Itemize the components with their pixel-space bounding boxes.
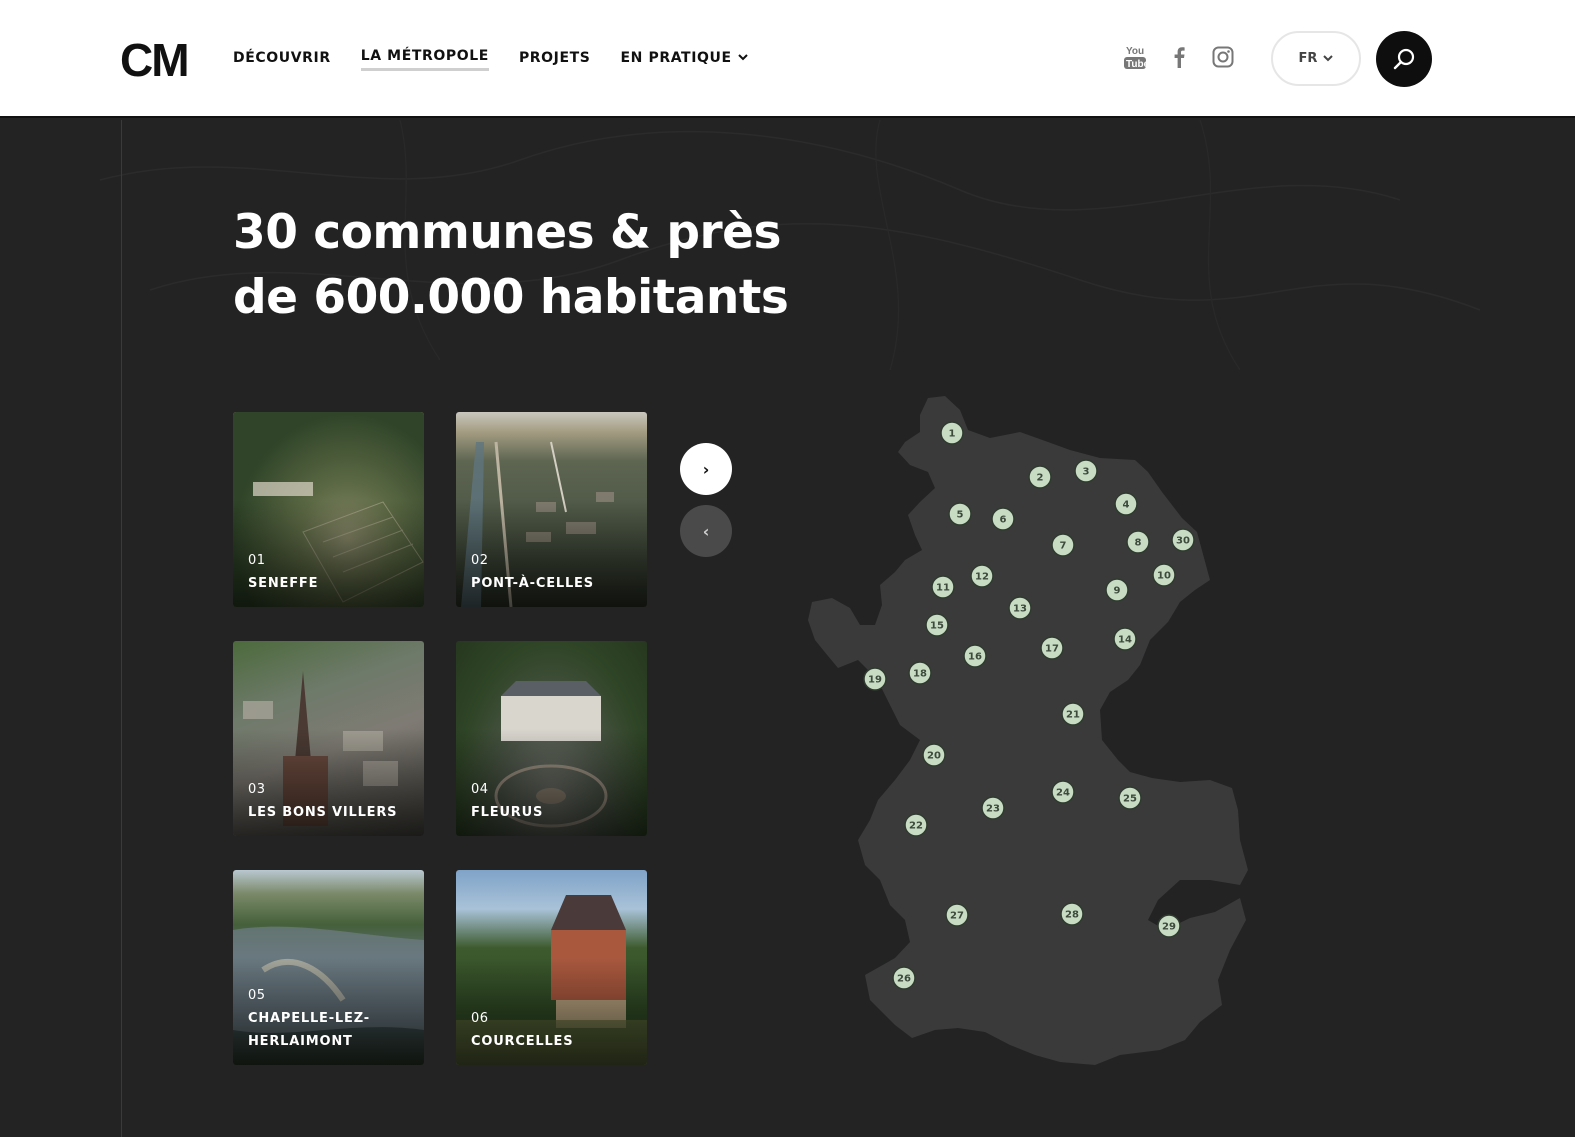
map-marker-label: 7 xyxy=(1060,541,1067,552)
map-marker-2[interactable]: 2 xyxy=(1028,465,1052,489)
map-marker-25[interactable]: 25 xyxy=(1118,786,1142,810)
map-marker-3[interactable]: 3 xyxy=(1074,459,1098,483)
map-marker-9[interactable]: 9 xyxy=(1105,578,1129,602)
map-marker-13[interactable]: 13 xyxy=(1008,596,1032,620)
map-marker-label: 9 xyxy=(1114,586,1121,597)
site-header: CM DÉCOUVRIR LA MÉTROPOLE PROJETS EN PRA… xyxy=(0,0,1575,118)
map-marker-23[interactable]: 23 xyxy=(981,796,1005,820)
chevron-down-icon xyxy=(737,54,748,61)
facebook-icon[interactable] xyxy=(1167,44,1191,70)
search-icon xyxy=(1393,48,1415,70)
map-marker-label: 21 xyxy=(1066,710,1080,721)
map-marker-6[interactable]: 6 xyxy=(991,507,1015,531)
map-marker-label: 24 xyxy=(1056,788,1070,799)
map-marker-30[interactable]: 30 xyxy=(1171,528,1195,552)
communes-map: 12345 67 891011121314151617181920212223242… xyxy=(808,396,1248,1065)
map-marker-22[interactable]: 22 xyxy=(904,813,928,837)
youtube-icon[interactable]: You Tube xyxy=(1123,44,1147,70)
nav-label: DÉCOUVRIR xyxy=(233,49,331,66)
map-marker-1[interactable]: 1 xyxy=(940,421,964,445)
map-marker-15[interactable]: 15 xyxy=(925,613,949,637)
map-marker-label: 17 xyxy=(1045,644,1059,655)
instagram-icon[interactable] xyxy=(1211,44,1235,70)
svg-text:Tube: Tube xyxy=(1126,59,1146,70)
map-marker-label: 6 xyxy=(1000,515,1007,526)
map-marker-28[interactable]: 28 xyxy=(1060,902,1084,926)
metropole-territory xyxy=(808,396,1248,1065)
nav-projets[interactable]: PROJETS xyxy=(519,48,591,71)
map-marker-label: 29 xyxy=(1162,922,1176,933)
map-marker-label: 1 xyxy=(949,429,956,440)
map-marker-label: 14 xyxy=(1118,635,1132,646)
map-marker-label: 10 xyxy=(1157,571,1171,582)
map-marker-29[interactable]: 29 xyxy=(1157,914,1181,938)
map-marker-label: 11 xyxy=(936,583,950,594)
map-marker-26[interactable]: 26 xyxy=(892,966,916,990)
map-marker-7[interactable]: 7 xyxy=(1051,533,1075,557)
map-marker-label: 27 xyxy=(950,911,964,922)
map-marker-label: 15 xyxy=(930,621,944,632)
language-label: FR xyxy=(1298,51,1318,66)
map-marker-label: 13 xyxy=(1013,604,1027,615)
map-marker-label: 8 xyxy=(1135,538,1142,549)
map-marker-label: 30 xyxy=(1176,536,1190,547)
map-marker-20[interactable]: 20 xyxy=(922,743,946,767)
chevron-down-icon xyxy=(1323,55,1334,62)
map-marker-label: 25 xyxy=(1123,794,1137,805)
map-marker-10[interactable]: 10 xyxy=(1152,563,1176,587)
communes-section: 30 communes & près de 600.000 habitants … xyxy=(0,120,1575,1137)
map-marker-21[interactable]: 21 xyxy=(1061,702,1085,726)
map-marker-label: 20 xyxy=(927,751,941,762)
social-links: You Tube xyxy=(1123,44,1235,70)
map-marker-label: 22 xyxy=(909,821,923,832)
map-marker-label: 3 xyxy=(1083,467,1090,478)
map-marker-label: 16 xyxy=(968,652,982,663)
map-marker-8[interactable]: 8 xyxy=(1126,530,1150,554)
language-selector[interactable]: FR xyxy=(1271,31,1361,86)
map-marker-label: 18 xyxy=(913,669,927,680)
map-marker-label: 23 xyxy=(986,804,1000,815)
map-marker-18[interactable]: 18 xyxy=(908,661,932,685)
nav-label: LA MÉTROPOLE xyxy=(360,48,489,64)
nav-label: PROJETS xyxy=(518,49,591,66)
main-nav: DÉCOUVRIR LA MÉTROPOLE PROJETS EN PRATIQ… xyxy=(233,48,778,71)
nav-decouvrir[interactable]: DÉCOUVRIR xyxy=(233,48,331,71)
map-marker-label: 12 xyxy=(975,572,989,583)
map-marker-16[interactable]: 16 xyxy=(963,644,987,668)
nav-label: EN PRATIQUE xyxy=(620,49,732,66)
map-marker-12[interactable]: 12 xyxy=(970,564,994,588)
svg-text:CM: CM xyxy=(120,38,188,80)
map-marker-14[interactable]: 14 xyxy=(1113,627,1137,651)
map-marker-label: 26 xyxy=(897,974,911,985)
map-marker-label: 5 xyxy=(957,510,964,521)
map-marker-27[interactable]: 27 xyxy=(945,903,969,927)
map-marker-label: 28 xyxy=(1065,910,1079,921)
map-marker-5[interactable]: 5 xyxy=(948,502,972,526)
map-marker-11[interactable]: 11 xyxy=(931,575,955,599)
nav-en-pratique[interactable]: EN PRATIQUE xyxy=(621,48,748,71)
map-marker-4[interactable]: 4 xyxy=(1114,492,1138,516)
map-marker-label: 19 xyxy=(868,675,882,686)
map-marker-17[interactable]: 17 xyxy=(1040,636,1064,660)
map-marker-24[interactable]: 24 xyxy=(1051,780,1075,804)
search-button[interactable] xyxy=(1376,31,1432,87)
svg-text:You: You xyxy=(1126,46,1144,57)
map-marker-label: 2 xyxy=(1037,473,1044,484)
cm-logo[interactable]: CM xyxy=(120,38,188,80)
map-marker-label: 4 xyxy=(1123,500,1130,511)
map-marker-19[interactable]: 19 xyxy=(863,667,887,691)
nav-la-metropole[interactable]: LA MÉTROPOLE xyxy=(360,48,489,71)
